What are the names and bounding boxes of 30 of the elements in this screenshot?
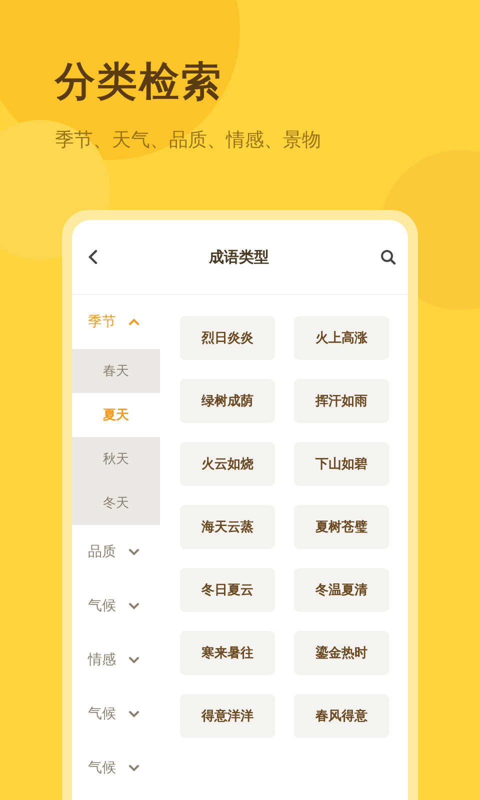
idiom-tile[interactable]: 得意洋洋 (180, 694, 275, 738)
idiom-tile[interactable]: 冬温夏清 (294, 568, 389, 612)
category-item[interactable]: 品质 (72, 525, 160, 579)
idiom-tile[interactable]: 火云如烧 (180, 442, 275, 486)
idiom-tile[interactable]: 夏树苍璧 (294, 505, 389, 549)
category-item[interactable]: 气候 (72, 687, 160, 741)
screen-title: 成语类型 (209, 248, 269, 266)
idiom-tile[interactable]: 烈日炎炎 (180, 316, 275, 360)
idiom-tile[interactable]: 鎏金热时 (294, 631, 389, 675)
idiom-tile[interactable]: 下山如碧 (294, 442, 389, 486)
idiom-tile[interactable]: 海天云蒸 (180, 505, 275, 549)
chevron-down-icon (128, 656, 140, 664)
page-title: 分类检索 (55, 58, 223, 106)
idiom-tile[interactable]: 寒来暑往 (180, 631, 275, 675)
idiom-tile[interactable]: 挥汗如雨 (294, 379, 389, 423)
category-item[interactable]: 气候 (72, 741, 160, 795)
idiom-tile[interactable]: 绿树成荫 (180, 379, 275, 423)
page-subtitle: 季节、天气、品质、情感、景物 (55, 128, 321, 152)
chevron-down-icon (128, 548, 140, 556)
idiom-tile[interactable]: 火上高涨 (294, 316, 389, 360)
idiom-tile[interactable]: 冬日夏云 (180, 568, 275, 612)
category-item[interactable]: 气候 (72, 579, 160, 633)
idiom-tile[interactable]: 春风得意 (294, 694, 389, 738)
chevron-down-icon (128, 602, 140, 610)
search-icon[interactable] (380, 249, 396, 265)
back-icon[interactable] (88, 249, 98, 265)
chevron-down-icon (128, 710, 140, 718)
chevron-up-icon (128, 318, 140, 326)
category-item[interactable]: 情感 (72, 633, 160, 687)
chevron-down-icon (128, 764, 140, 772)
